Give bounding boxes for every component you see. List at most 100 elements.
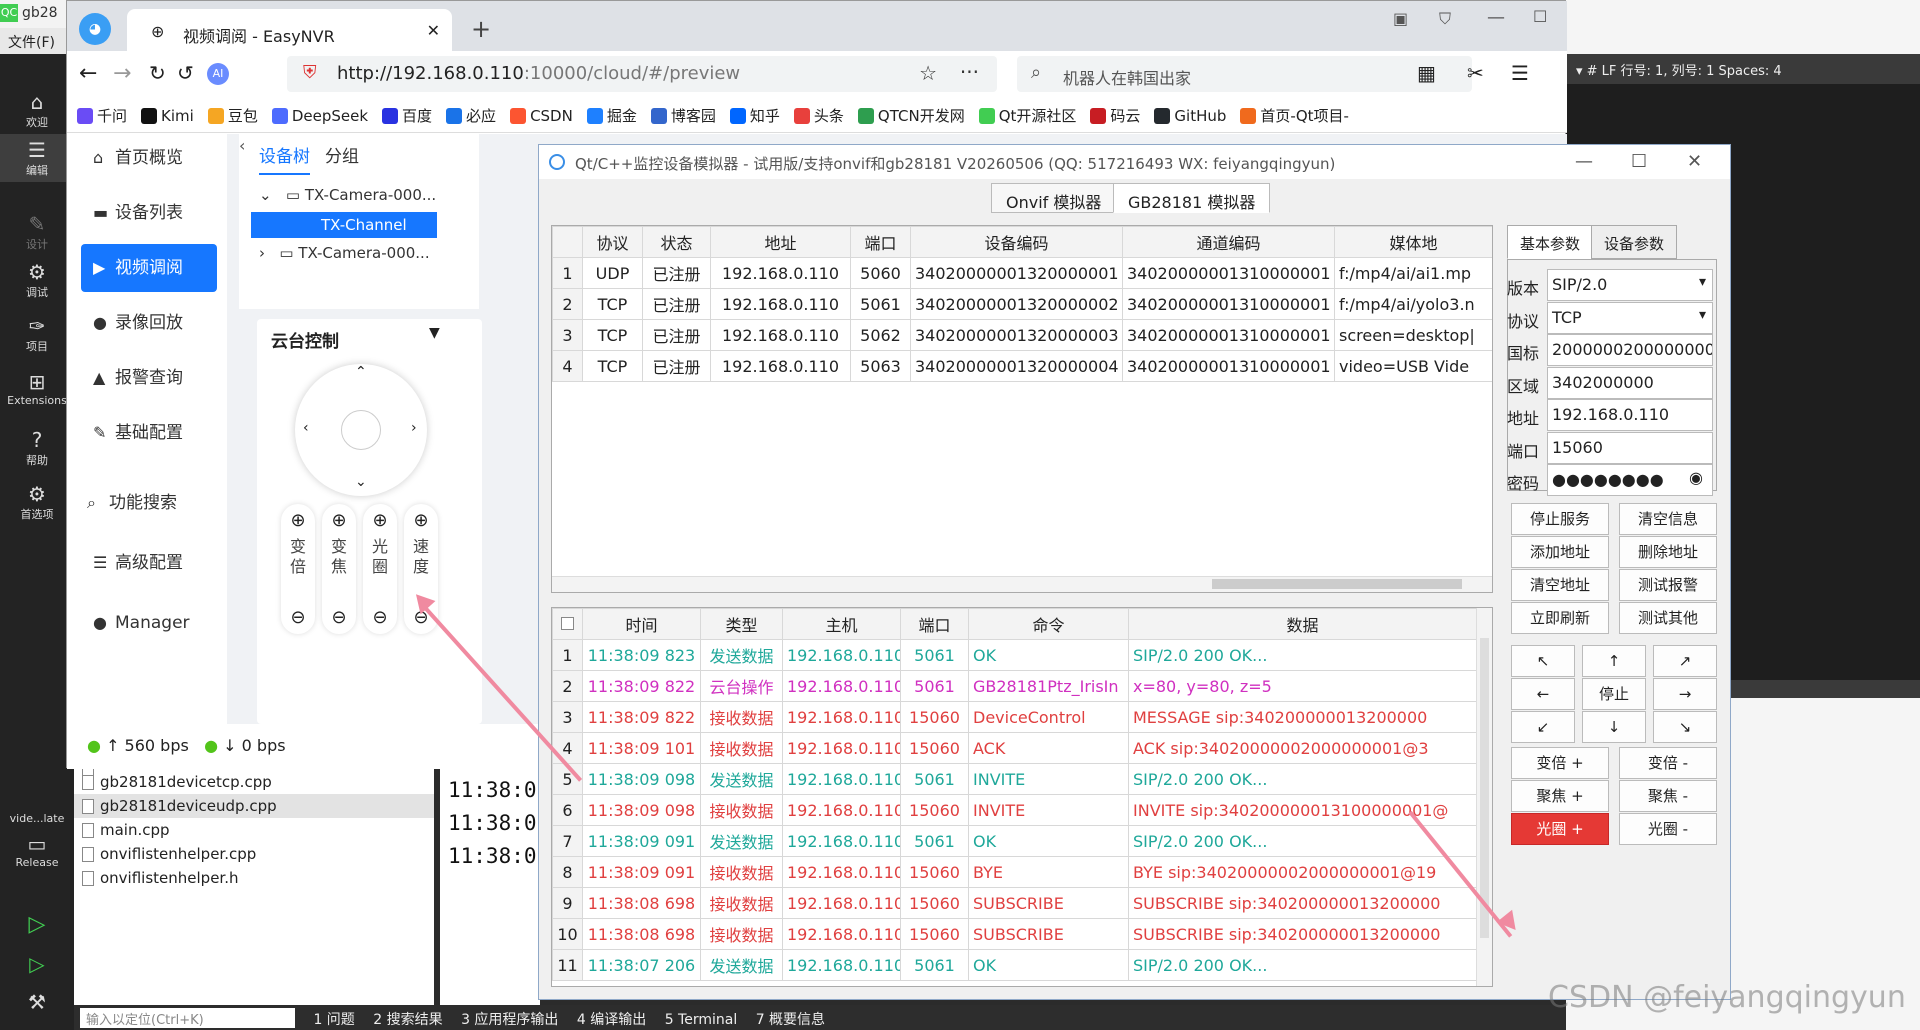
pane-terminal[interactable]: 5 Terminal <box>665 1012 738 1028</box>
scissors-icon[interactable]: ✂ <box>1467 61 1484 85</box>
tab-count-icon[interactable]: ▣ <box>1393 9 1408 28</box>
column-header[interactable]: 端口 <box>900 608 969 640</box>
log-row[interactable]: 3 11:38:09 822 接收数据 192.168.0.110 15060 Devic… <box>552 701 1477 733</box>
ptz-up-icon[interactable]: ⌃ <box>355 364 367 380</box>
lens-button[interactable]: 变倍 - <box>1619 747 1717 779</box>
menu-item-advanced[interactable]: ☰ 高级配置 <box>81 539 217 587</box>
zoom-out-icon[interactable]: ⊖ <box>281 607 315 628</box>
column-header[interactable]: 地址 <box>710 226 851 258</box>
action-button[interactable]: 清空信息 <box>1619 503 1717 535</box>
log-row[interactable]: 1 11:38:09 823 发送数据 192.168.0.110 5061 OK SIP/… <box>552 639 1477 671</box>
pane-compile[interactable]: 4 编译输出 <box>577 1012 646 1028</box>
eye-icon[interactable]: ◉ <box>1689 468 1703 487</box>
table-row[interactable]: 1 UDP 已注册 192.168.0.110 5060 3402000000132000… <box>552 257 1492 289</box>
menu-item-overview[interactable]: ⌂ 首页概览 <box>81 134 217 182</box>
shirt-icon[interactable]: ⛉ <box>1439 9 1451 29</box>
bookmark-item[interactable]: DeepSeek <box>271 107 368 125</box>
ptz-button[interactable]: ↓ <box>1582 711 1646 743</box>
menu-item-manager[interactable]: ● Manager <box>81 599 217 647</box>
tree-node-selected[interactable]: TX-Channel <box>251 212 437 238</box>
iris-open-icon[interactable]: ⊕ <box>363 510 397 531</box>
focus-in-icon[interactable]: ⊕ <box>322 510 356 531</box>
file-item[interactable]: main.cpp <box>74 818 434 842</box>
input-field[interactable]: 3402000000 <box>1547 366 1713 399</box>
ptz-button[interactable]: ↘ <box>1653 711 1717 743</box>
tab-device-tree[interactable]: 设备树 <box>259 142 310 175</box>
bookmark-item[interactable]: GitHub <box>1154 107 1226 125</box>
mode-extensions[interactable]: ⊞ Extensions <box>0 370 74 407</box>
input-field[interactable]: 20000002000000001 <box>1547 334 1713 366</box>
menu-item-playback[interactable]: ● 录像回放 <box>81 299 217 347</box>
log-row[interactable]: 11 11:38:07 206 发送数据 192.168.0.110 5061 OK SIP… <box>552 949 1477 981</box>
mode-preferences[interactable]: ⚙ 首选项 <box>0 482 74 522</box>
log-row[interactable]: 2 11:38:09 822 云台操作 192.168.0.110 5061 GB2818… <box>552 670 1477 702</box>
tree-node[interactable]: ⌄ ▭ TX-Camera-000... <box>259 186 436 204</box>
tab-device-params[interactable]: 设备参数 <box>1591 225 1678 259</box>
ptz-left-icon[interactable]: ‹ <box>303 420 309 436</box>
mode-help[interactable]: ? 帮助 <box>0 428 74 468</box>
apps-grid-icon[interactable]: ▦ <box>1417 61 1436 85</box>
log-row[interactable]: 4 11:38:09 101 接收数据 192.168.0.110 15060 ACK AC… <box>552 732 1477 764</box>
new-tab-button[interactable]: + <box>471 15 491 43</box>
ptz-right-icon[interactable]: › <box>411 420 417 436</box>
menu-icon[interactable]: ☰ <box>1511 61 1529 85</box>
browser-minimize-button[interactable]: — <box>1487 7 1505 28</box>
forward-icon[interactable]: → <box>113 61 131 86</box>
ptz-down-icon[interactable]: ⌄ <box>355 474 367 490</box>
action-button[interactable]: 停止服务 <box>1511 503 1609 535</box>
tab-gb28181[interactable]: GB28181 模拟器 <box>1113 183 1271 213</box>
column-header[interactable]: 状态 <box>642 226 711 258</box>
menu-item-preview[interactable]: ▶ 视频调阅 <box>81 244 217 292</box>
bookmark-item[interactable]: 掘金 <box>586 107 637 125</box>
select-all-checkbox[interactable] <box>552 608 583 640</box>
bookmark-item[interactable]: 头条 <box>793 107 844 125</box>
app-close-button[interactable]: ✕ <box>1687 151 1702 172</box>
ptz-button[interactable]: ↑ <box>1582 645 1646 677</box>
scrollbar-thumb[interactable] <box>1480 638 1489 938</box>
lens-button[interactable]: 光圈 + <box>1511 813 1609 845</box>
log-row[interactable]: 8 11:38:09 091 接收数据 192.168.0.110 15060 BYE BY… <box>552 856 1477 888</box>
bookmark-item[interactable]: Kimi <box>141 107 194 125</box>
menu-file[interactable]: 文件(F) <box>8 32 55 52</box>
column-header[interactable]: 通道编码 <box>1122 226 1335 258</box>
build-icon[interactable]: ⚒ <box>0 990 74 1014</box>
log-row[interactable]: 6 11:38:09 098 接收数据 192.168.0.110 15060 INVIT… <box>552 794 1477 826</box>
dropdown-icon[interactable]: ▼ <box>429 325 440 341</box>
undo-icon[interactable]: ↺ <box>177 61 194 85</box>
bookmark-item[interactable]: 百度 <box>382 107 432 125</box>
log-row[interactable]: 5 11:38:09 098 发送数据 192.168.0.110 5061 INVITE… <box>552 763 1477 795</box>
h-scrollbar[interactable] <box>552 576 1492 592</box>
mode-projects[interactable]: ✑ 项目 <box>0 314 74 354</box>
scrollbar-thumb[interactable] <box>1212 579 1462 589</box>
table-row[interactable]: 3 TCP 已注册 192.168.0.110 5062 3402000000132000… <box>552 319 1492 351</box>
bookmark-item[interactable]: 千问 <box>77 107 127 125</box>
bookmark-item[interactable]: CSDN <box>510 107 573 125</box>
lens-button[interactable]: 光圈 - <box>1619 813 1717 845</box>
file-item[interactable]: onviflistenhelper.cpp <box>74 842 434 866</box>
ptz-button[interactable]: ↖ <box>1511 645 1575 677</box>
debug-run-icon[interactable]: ▷ <box>0 952 74 976</box>
log-row[interactable]: 7 11:38:09 091 发送数据 192.168.0.110 5061 OK SIP/… <box>552 825 1477 857</box>
bookmark-item[interactable]: 知乎 <box>729 107 780 125</box>
more-icon[interactable]: ··· <box>960 60 979 84</box>
ai-icon[interactable]: AI <box>207 63 229 85</box>
pane-search[interactable]: 2 搜索结果 <box>373 1012 442 1028</box>
pane-app-output[interactable]: 3 应用程序输出 <box>461 1012 558 1028</box>
ptz-joystick[interactable]: ⌃ ⌄ ‹ › <box>295 364 427 496</box>
action-button[interactable]: 添加地址 <box>1511 536 1609 568</box>
lens-button[interactable]: 聚焦 + <box>1511 780 1609 812</box>
menu-item-devices[interactable]: ▬ 设备列表 <box>81 189 217 237</box>
tree-node[interactable]: › ▭ TX-Camera-000... <box>259 244 430 262</box>
action-button[interactable]: 清空地址 <box>1511 569 1609 601</box>
browser-tab[interactable]: ⊕ 视频调阅 - EasyNVR ✕ <box>127 9 452 51</box>
tab-close-icon[interactable]: ✕ <box>427 21 440 40</box>
tab-basic-params[interactable]: 基本参数 <box>1507 225 1594 259</box>
action-button[interactable]: 测试报警 <box>1619 569 1717 601</box>
log-row[interactable]: 9 11:38:08 698 接收数据 192.168.0.110 15060 SUBSC… <box>552 887 1477 919</box>
bookmark-item[interactable]: 豆包 <box>207 107 258 125</box>
column-header[interactable]: 数据 <box>1128 608 1477 640</box>
v-scrollbar[interactable] <box>1476 608 1492 986</box>
action-button[interactable]: 立即刷新 <box>1511 602 1609 634</box>
bookmark-item[interactable]: QTCN开发网 <box>857 107 965 125</box>
menu-item-search[interactable]: ⌕ 功能搜索 <box>75 479 211 527</box>
